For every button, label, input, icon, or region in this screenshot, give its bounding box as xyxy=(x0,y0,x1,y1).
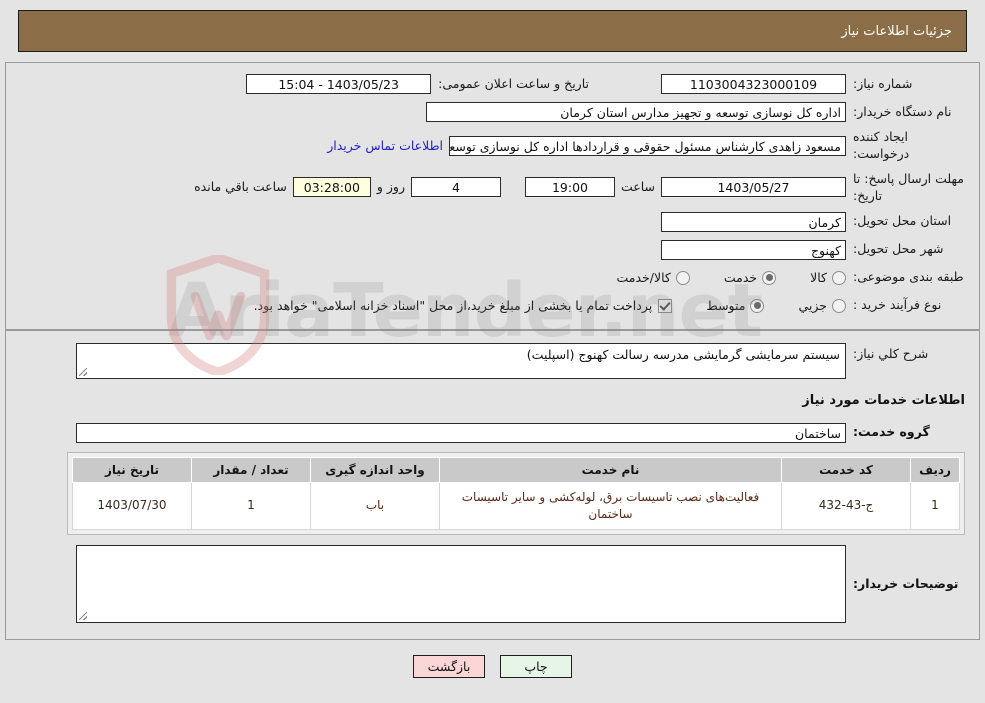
row-general-description: شرح کلي نیاز: سیستم سرمایشی گرمایشی مدرس… xyxy=(20,342,965,379)
category-option-goods-label: کالا xyxy=(810,270,827,285)
details-panel: شماره نیاز: 1103004323000109 تاریخ و ساع… xyxy=(5,62,980,641)
services-table: ردیف کد خدمت نام خدمت واحد اندازه گیری ت… xyxy=(72,456,960,531)
page-title: جزئیات اطلاعات نیاز xyxy=(841,23,952,39)
deadline-time-field[interactable]: 19:00 xyxy=(524,176,615,197)
table-row: 1 ج-43-432 فعالیت‌های نصب تاسیسات برق، ل… xyxy=(72,481,960,531)
row-deadline: مهلت ارسال پاسخ: تا تاریخ: 1403/05/27 سا… xyxy=(20,169,965,205)
buyer-org-label: نام دستگاه خریدار: xyxy=(853,103,952,119)
category-option-service-label: خدمت xyxy=(723,270,758,285)
cell-date: 1403/07/30 xyxy=(72,481,192,531)
th-qty: تعداد / مقدار xyxy=(191,456,311,483)
deadline-label: مهلت ارسال پاسخ: تا تاریخ: xyxy=(853,170,964,203)
buyer-org-field[interactable]: اداره کل نوسازی توسعه و تجهیز مدارس استا… xyxy=(426,102,846,122)
th-unit: واحد اندازه گیری xyxy=(310,456,440,483)
th-row: ردیف xyxy=(910,456,960,483)
print-button[interactable]: چاپ xyxy=(500,655,572,678)
cell-qty: 1 xyxy=(191,481,311,531)
need-number-label: شماره نیاز: xyxy=(853,75,913,91)
purchase-type-label: نوع فرآیند خرید : xyxy=(853,297,942,313)
purchase-type-option-minor-label: جزیي xyxy=(798,298,827,313)
purchase-type-option-medium[interactable]: متوسط xyxy=(706,298,765,313)
row-purchase-type: نوع فرآیند خرید : جزیي متوسط پرداخت تمام… xyxy=(20,295,965,317)
radio-icon[interactable] xyxy=(675,270,690,285)
province-label: استان محل تحویل: xyxy=(853,213,952,229)
buyer-notes-textarea[interactable] xyxy=(76,545,846,624)
cell-code: ج-43-432 xyxy=(781,481,911,531)
row-province: استان محل تحویل: کرمان xyxy=(20,211,965,233)
services-section-title: اطلاعات خدمات مورد نیاز xyxy=(802,392,965,408)
cell-name: فعالیت‌های نصب تاسیسات برق، لوله‌کشی و س… xyxy=(439,481,782,531)
purchase-type-radio-group: جزیي متوسط xyxy=(672,298,846,313)
th-date: تاریخ نیاز xyxy=(72,456,192,483)
category-label: طبقه بندی موضوعی: xyxy=(853,269,964,285)
general-description-label: شرح کلي نیاز: xyxy=(853,345,929,361)
category-option-goods-service[interactable]: کالا/خدمت xyxy=(616,270,690,285)
announce-label: تاریخ و ساعت اعلان عمومی: xyxy=(438,75,589,91)
row-need-number: شماره نیاز: 1103004323000109 تاریخ و ساع… xyxy=(20,73,965,95)
row-buyer-notes: توضیحات خریدار: xyxy=(20,545,965,624)
row-category: طبقه بندی موضوعی: کالا خدمت کالا/خدمت xyxy=(20,267,965,289)
th-code: کد خدمت xyxy=(781,456,911,483)
table-header-row: ردیف کد خدمت نام خدمت واحد اندازه گیری ت… xyxy=(72,456,960,483)
page-root: جزئیات اطلاعات نیاز AriaTender.net شماره… xyxy=(0,0,985,703)
category-option-goods-service-label: کالا/خدمت xyxy=(616,270,671,285)
radio-icon[interactable] xyxy=(832,270,846,285)
requirements-section: شرح کلي نیاز: سیستم سرمایشی گرمایشی مدرس… xyxy=(6,331,979,640)
services-table-wrapper: ردیف کد خدمت نام خدمت واحد اندازه گیری ت… xyxy=(67,451,965,536)
countdown-field: 03:28:00 xyxy=(292,176,371,197)
cell-unit: باب xyxy=(310,481,440,531)
buyer-contact-link[interactable]: اطلاعات تماس خریدار xyxy=(321,138,449,153)
row-buyer-org: نام دستگاه خریدار: اداره کل نوسازی توسعه… xyxy=(20,101,965,123)
service-group-field[interactable]: ساختمان xyxy=(76,422,846,443)
radio-icon-selected[interactable] xyxy=(750,298,765,313)
category-radio-group: کالا خدمت کالا/خدمت xyxy=(582,270,846,285)
cell-row: 1 xyxy=(910,481,960,531)
city-label: شهر محل تحویل: xyxy=(853,241,944,257)
purchase-type-option-medium-label: متوسط xyxy=(706,298,746,313)
row-city: شهر محل تحویل: کهنوج xyxy=(20,239,965,261)
request-creator-label: ایجاد کننده درخواست: xyxy=(853,129,910,161)
category-option-service[interactable]: خدمت xyxy=(723,270,777,285)
remaining-days-field[interactable]: 4 xyxy=(410,176,501,197)
remaining-days-label: روز و xyxy=(376,179,405,195)
service-group-label: گروه خدمت: xyxy=(853,424,930,440)
back-button[interactable]: بازگشت xyxy=(413,655,485,678)
remaining-hours-label: ساعت باقي مانده xyxy=(194,179,287,195)
purchase-type-option-minor[interactable]: جزیي xyxy=(798,298,846,313)
province-field[interactable]: کرمان xyxy=(661,211,846,232)
category-option-goods[interactable]: کالا xyxy=(810,270,846,285)
city-field[interactable]: کهنوج xyxy=(661,239,846,260)
summary-section: شماره نیاز: 1103004323000109 تاریخ و ساع… xyxy=(6,63,979,331)
treasury-docs-note: پرداخت تمام یا بخشی از مبلغ خرید،از محل … xyxy=(253,298,653,313)
announce-datetime-field[interactable]: 1403/05/23 - 15:04 xyxy=(246,74,432,94)
row-request-creator: ایجاد کننده درخواست: مسعود زاهدی کارشناس… xyxy=(20,129,965,163)
request-creator-field[interactable]: مسعود زاهدی کارشناس مسئول حقوقی و قراردا… xyxy=(449,135,846,156)
general-description-textarea[interactable]: سیستم سرمایشی گرمایشی مدرسه رسالت کهنوج … xyxy=(76,342,846,379)
deadline-time-label: ساعت xyxy=(620,179,655,195)
radio-icon[interactable] xyxy=(832,298,846,313)
buyer-notes-label: توضیحات خریدار: xyxy=(853,575,959,591)
treasury-docs-checkbox[interactable] xyxy=(658,298,673,313)
action-buttons: چاپ بازگشت xyxy=(0,655,985,678)
deadline-date-field[interactable]: 1403/05/27 xyxy=(661,176,846,197)
radio-icon-selected[interactable] xyxy=(762,270,777,285)
row-service-group: گروه خدمت: ساختمان xyxy=(20,422,965,444)
need-number-field[interactable]: 1103004323000109 xyxy=(661,74,846,94)
th-name: نام خدمت xyxy=(439,456,782,483)
page-title-bar: جزئیات اطلاعات نیاز xyxy=(18,10,967,52)
